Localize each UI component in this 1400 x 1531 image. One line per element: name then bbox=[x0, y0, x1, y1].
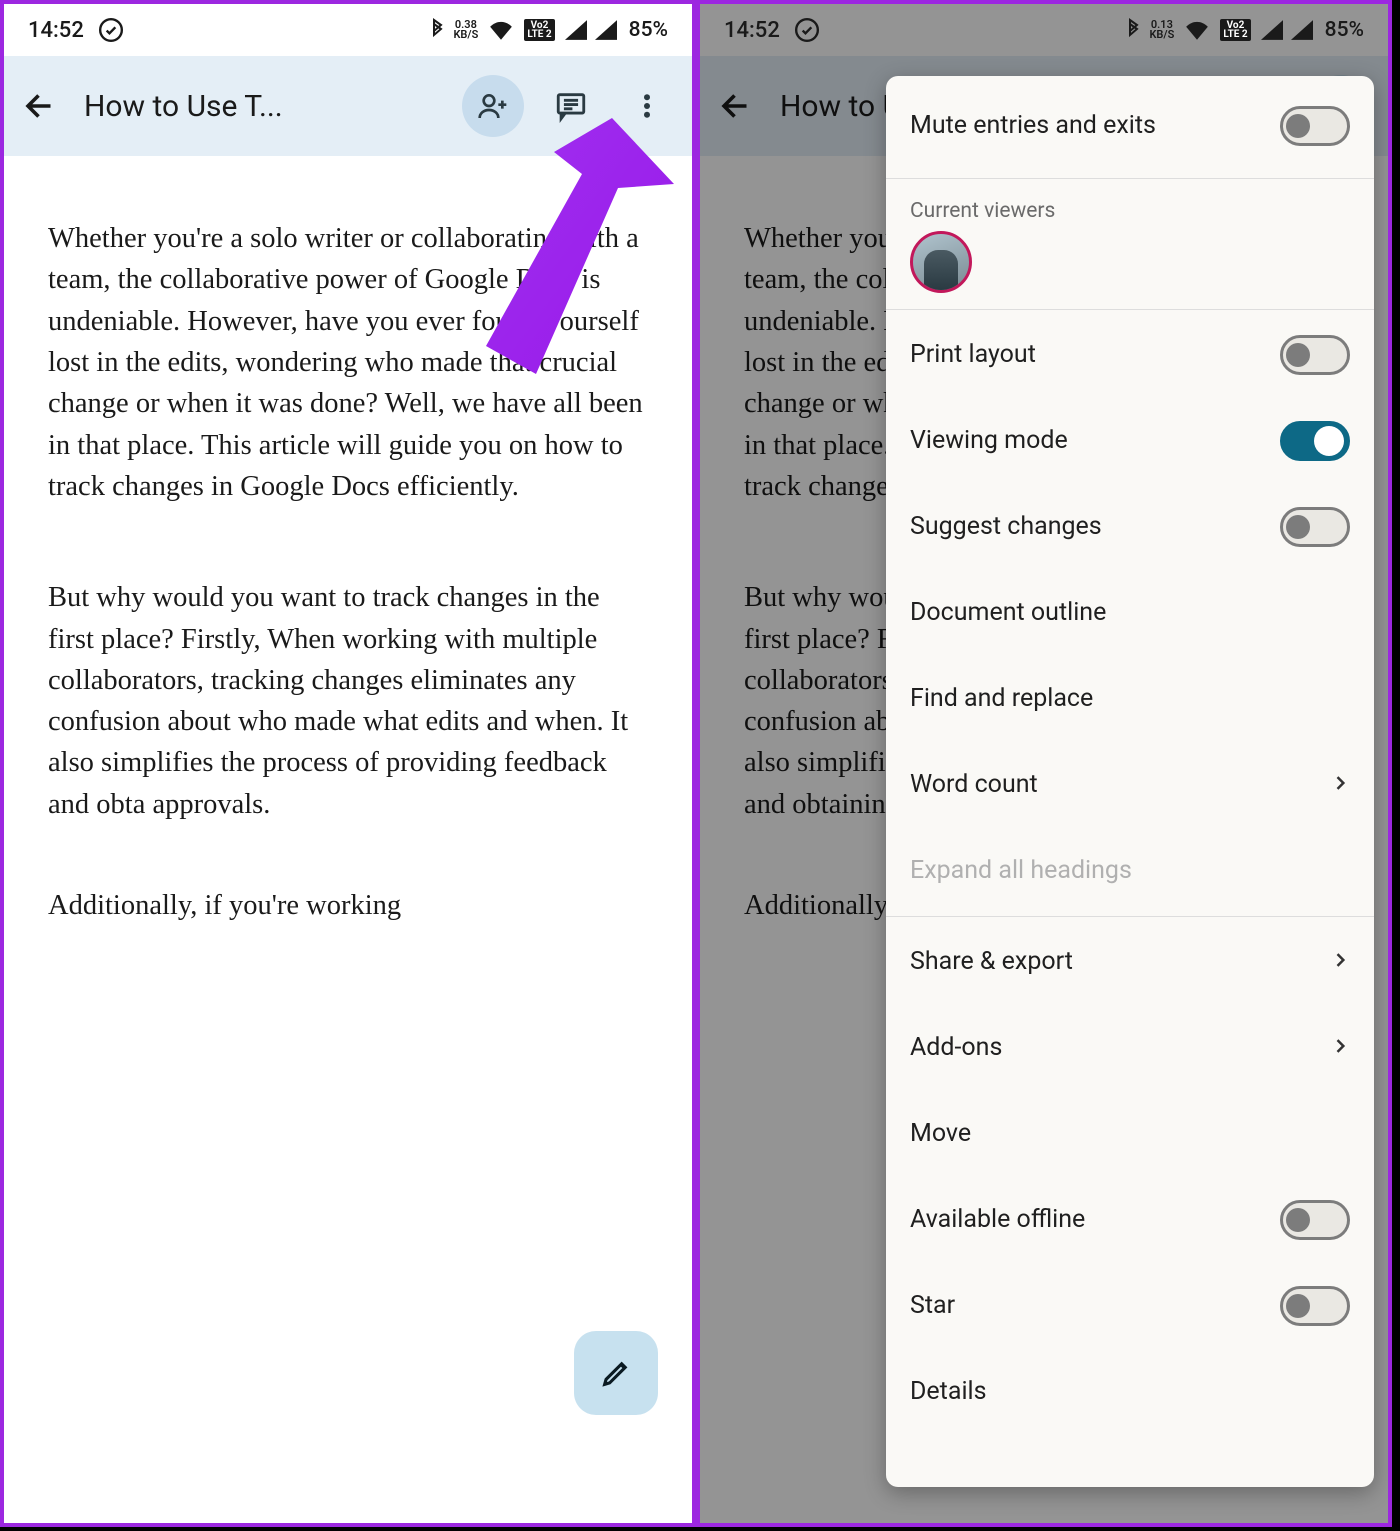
signal-icon bbox=[1261, 20, 1283, 40]
bluetooth-icon bbox=[429, 18, 445, 42]
status-time: 14:52 bbox=[28, 18, 84, 43]
edit-fab[interactable] bbox=[574, 1331, 658, 1415]
lte-badge: Vo2LTE 2 bbox=[524, 19, 554, 41]
current-viewers-label: Current viewers bbox=[886, 181, 1374, 231]
checkmark-circle-icon bbox=[794, 17, 820, 43]
suggest-changes-toggle[interactable] bbox=[1280, 507, 1350, 547]
menu-divider bbox=[886, 916, 1374, 917]
menu-word-count[interactable]: Word count bbox=[886, 742, 1374, 828]
options-menu: Mute entries and exits Current viewers P… bbox=[886, 76, 1374, 1487]
star-toggle[interactable] bbox=[1280, 1286, 1350, 1326]
document-body[interactable]: Whether you're a solo writer or collabor… bbox=[4, 156, 692, 1010]
print-layout-toggle[interactable] bbox=[1280, 335, 1350, 375]
menu-addons[interactable]: Add-ons bbox=[886, 1005, 1374, 1091]
menu-document-outline[interactable]: Document outline bbox=[886, 570, 1374, 656]
lte-badge: Vo2LTE 2 bbox=[1220, 19, 1250, 41]
menu-divider bbox=[886, 309, 1374, 310]
net-speed: 0.13KB/S bbox=[1149, 20, 1174, 40]
menu-viewing-mode[interactable]: Viewing mode bbox=[886, 398, 1374, 484]
phone-right: 14:52 0.13KB/S Vo2LTE 2 85% How to Use T… bbox=[696, 0, 1392, 1527]
battery-text: 85% bbox=[629, 18, 668, 42]
offline-toggle[interactable] bbox=[1280, 1200, 1350, 1240]
menu-find-replace[interactable]: Find and replace bbox=[886, 656, 1374, 742]
menu-share-export[interactable]: Share & export bbox=[886, 919, 1374, 1005]
phone-left: 14:52 0.38KB/S Vo2LTE 2 85% How to Use T… bbox=[0, 0, 696, 1527]
paragraph-3: Additionally, if you're working bbox=[48, 885, 648, 926]
status-bar: 14:52 0.13KB/S Vo2LTE 2 85% bbox=[700, 4, 1388, 56]
paragraph-1: Whether you're a solo writer or collabor… bbox=[48, 218, 648, 507]
menu-move[interactable]: Move bbox=[886, 1091, 1374, 1177]
status-bar: 14:52 0.38KB/S Vo2LTE 2 85% bbox=[4, 4, 692, 56]
chevron-right-icon bbox=[1330, 1034, 1350, 1063]
menu-available-offline[interactable]: Available offline bbox=[886, 1177, 1374, 1263]
add-person-button[interactable] bbox=[462, 75, 524, 137]
signal-icon-2 bbox=[595, 20, 617, 40]
menu-mute-entries[interactable]: Mute entries and exits bbox=[886, 76, 1374, 176]
menu-suggest-changes[interactable]: Suggest changes bbox=[886, 484, 1374, 570]
menu-star[interactable]: Star bbox=[886, 1263, 1374, 1349]
menu-divider bbox=[886, 178, 1374, 179]
bluetooth-icon bbox=[1125, 18, 1141, 42]
chevron-right-icon bbox=[1330, 771, 1350, 800]
chevron-right-icon bbox=[1330, 948, 1350, 977]
doc-title[interactable]: How to Use T... bbox=[72, 89, 444, 124]
signal-icon-2 bbox=[1291, 20, 1313, 40]
viewer-avatars bbox=[886, 231, 1374, 307]
back-button[interactable] bbox=[20, 88, 60, 124]
menu-expand-headings: Expand all headings bbox=[886, 828, 1374, 914]
viewing-mode-toggle[interactable] bbox=[1280, 421, 1350, 461]
menu-print-layout[interactable]: Print layout bbox=[886, 312, 1374, 398]
paragraph-2: But why would you want to track changes … bbox=[48, 577, 648, 825]
battery-text: 85% bbox=[1325, 18, 1364, 42]
net-speed: 0.38KB/S bbox=[453, 20, 478, 40]
mute-toggle[interactable] bbox=[1280, 106, 1350, 146]
signal-icon bbox=[565, 20, 587, 40]
app-bar: How to Use T... bbox=[4, 56, 692, 156]
checkmark-circle-icon bbox=[98, 17, 124, 43]
more-options-button[interactable] bbox=[618, 77, 676, 135]
comments-button[interactable] bbox=[542, 77, 600, 135]
wifi-icon bbox=[1184, 20, 1210, 40]
status-time: 14:52 bbox=[724, 18, 780, 43]
viewer-avatar[interactable] bbox=[910, 231, 972, 293]
menu-details[interactable]: Details bbox=[886, 1349, 1374, 1435]
pencil-icon bbox=[599, 1356, 633, 1390]
wifi-icon bbox=[488, 20, 514, 40]
